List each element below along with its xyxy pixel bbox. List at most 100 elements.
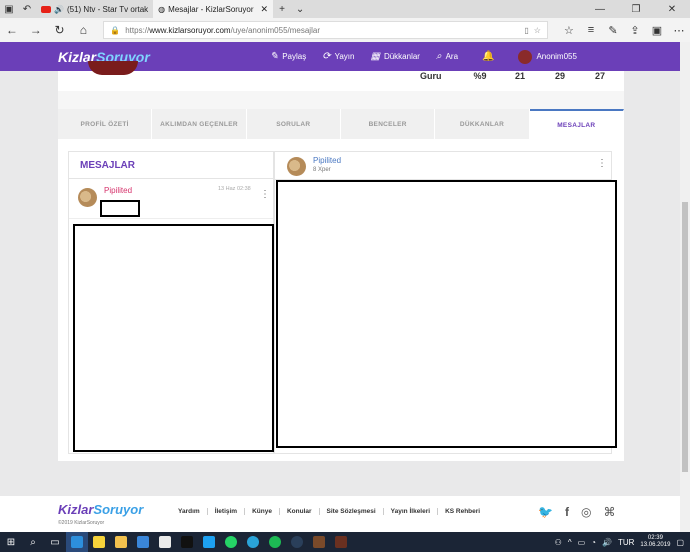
- edge-icon[interactable]: [66, 532, 88, 552]
- menu-yayin[interactable]: ⟳ Yayın: [322, 51, 354, 62]
- list-item[interactable]: Pipilited 13 Haz 02:38 ⋮: [69, 179, 273, 219]
- language-indicator[interactable]: TUR: [618, 538, 634, 547]
- profile-avatar: [88, 61, 138, 75]
- game-app-2-icon[interactable]: [330, 532, 352, 552]
- new-tab-icon[interactable]: +: [273, 0, 291, 18]
- steam-icon[interactable]: [286, 532, 308, 552]
- tab-mesajlar[interactable]: MESAJLAR: [529, 109, 624, 139]
- telegram-icon[interactable]: [242, 532, 264, 552]
- volume-icon[interactable]: 🔊: [602, 538, 612, 547]
- browser-tab-ntv[interactable]: 🔊 (51) Ntv - Star Tv ortak: [36, 0, 153, 18]
- footer-link[interactable]: Yardım: [171, 508, 208, 515]
- clock[interactable]: 02:39 13.06.2019: [640, 535, 670, 549]
- reading-list-icon[interactable]: ≡: [580, 24, 602, 37]
- restore-icon[interactable]: ❐: [618, 4, 654, 15]
- profile-stats: Guru %9 21 29 27: [420, 71, 620, 81]
- share-icon[interactable]: ⇪: [624, 24, 646, 37]
- task-view-icon[interactable]: ▭: [44, 532, 66, 552]
- scrollbar-thumb[interactable]: [682, 202, 688, 472]
- minimize-icon[interactable]: —: [582, 4, 618, 15]
- tab-benceler[interactable]: BENCELER: [341, 109, 436, 139]
- favorites-icon[interactable]: ☆: [558, 24, 580, 37]
- profile-tabs: PROFİL ÖZETİ AKLIMDAN GEÇENLER SORULAR B…: [58, 109, 624, 139]
- redacted-box: [276, 180, 617, 448]
- close-tab-icon[interactable]: ✕: [261, 4, 269, 15]
- footer-link[interactable]: İletişim: [208, 508, 246, 515]
- footer-link[interactable]: KS Rehberi: [438, 508, 487, 515]
- copyright: ©2019 KizlarSoruyor: [58, 520, 105, 526]
- close-window-icon[interactable]: ✕: [654, 4, 690, 15]
- logo-accent: Soruyor: [93, 502, 144, 517]
- home-icon[interactable]: ⌂: [71, 23, 95, 37]
- footer-link[interactable]: Yayın İlkeleri: [384, 508, 439, 515]
- forward-icon[interactable]: →: [24, 23, 48, 37]
- browser-tab-bar: ▣ ↶ 🔊 (51) Ntv - Star Tv ortak ◍ Mesajla…: [0, 0, 690, 18]
- sticky-notes-icon[interactable]: [88, 532, 110, 552]
- stat-value: 27: [594, 71, 605, 81]
- twitter-icon[interactable]: 🐦: [538, 505, 553, 519]
- twitter-app-icon[interactable]: [198, 532, 220, 552]
- facebook-icon[interactable]: f: [565, 505, 569, 519]
- logo-main: Kizlar: [58, 502, 94, 517]
- file-explorer-icon[interactable]: [110, 532, 132, 552]
- user-menu[interactable]: Anonim055: [518, 49, 577, 64]
- tab-actions-icon[interactable]: ▣: [0, 0, 18, 18]
- mail-icon[interactable]: [154, 532, 176, 552]
- tiktok-icon[interactable]: [176, 532, 198, 552]
- youtube-icon: [41, 5, 51, 13]
- tab-label: (51) Ntv - Star Tv ortak: [66, 4, 149, 14]
- footer-link[interactable]: Künye: [245, 508, 280, 515]
- refresh-icon[interactable]: ↻: [48, 23, 72, 37]
- footer-link[interactable]: Site Sözleşmesi: [320, 508, 384, 515]
- browser-tab-mesajlar[interactable]: ◍ Mesajlar - KizlarSoruyor ✕: [153, 0, 274, 18]
- reading-view-icon[interactable]: ▯: [524, 26, 528, 35]
- rss-icon[interactable]: ⌘: [603, 505, 615, 519]
- back-tabs-icon[interactable]: ↶: [18, 0, 36, 18]
- more-icon[interactable]: ⋯: [668, 24, 690, 37]
- footer-logo[interactable]: KizlarSoruyor: [58, 502, 143, 517]
- stat-level: Guru: [420, 71, 442, 81]
- footer-link[interactable]: Konular: [280, 508, 320, 515]
- people-icon[interactable]: ⚇: [555, 538, 562, 547]
- menu-dukkanlar[interactable]: ▦ Dükkanlar: [370, 51, 419, 62]
- conversation-list: MESAJLAR Pipilited 13 Haz 02:38 ⋮: [68, 151, 274, 454]
- favorite-star-icon[interactable]: ☆: [534, 26, 541, 35]
- tab-sorular[interactable]: SORULAR: [247, 109, 341, 139]
- more-options-icon[interactable]: ⋮: [597, 158, 607, 169]
- windows-taskbar: ⊞ ⌕ ▭ ⚇ ^ ▭ ◔ 🔊 TUR 02:39 13.06.2019 ▢: [0, 532, 690, 552]
- onenote-icon[interactable]: ▣: [646, 24, 668, 37]
- tab-list-chevron-icon[interactable]: ⌄: [291, 0, 309, 18]
- battery-icon[interactable]: ▭: [578, 538, 586, 547]
- tab-profil-ozeti[interactable]: PROFİL ÖZETİ: [58, 109, 153, 139]
- refresh-icon: ⟳: [322, 51, 331, 62]
- back-icon[interactable]: ←: [0, 23, 24, 37]
- network-icon[interactable]: ◔: [591, 538, 596, 547]
- site-footer: KizlarSoruyor ©2019 KizlarSoruyor Yardım…: [0, 496, 680, 532]
- store-icon[interactable]: [132, 532, 154, 552]
- notifications-bell-icon[interactable]: 🔔: [482, 51, 494, 62]
- start-icon[interactable]: ⊞: [0, 532, 22, 552]
- stat-value: %9: [473, 71, 487, 81]
- menu-ara[interactable]: ⌕ Ara: [436, 51, 458, 62]
- search-icon[interactable]: ⌕: [22, 532, 44, 552]
- whatsapp-icon[interactable]: [220, 532, 242, 552]
- spotify-icon[interactable]: [264, 532, 286, 552]
- url-prefix: https://: [125, 25, 150, 35]
- tab-aklimdan-gecenler[interactable]: AKLIMDAN GEÇENLER: [152, 109, 247, 139]
- tray-chevron-icon[interactable]: ^: [568, 538, 572, 547]
- pen-icon[interactable]: ✎: [602, 24, 624, 37]
- menu-label: Ara: [445, 52, 459, 61]
- instagram-icon[interactable]: ◎: [581, 505, 591, 519]
- tab-dukkanlar[interactable]: DÜKKANLAR: [435, 109, 530, 139]
- game-app-icon[interactable]: [308, 532, 330, 552]
- menu-paylas[interactable]: ✎ Paylaş: [270, 51, 306, 62]
- footer-links: Yardım İletişim Künye Konular Site Sözle…: [171, 508, 487, 515]
- stat-value: 21: [514, 71, 525, 81]
- url-field[interactable]: 🔒 https://www.kizlarsoruyor.com/uye/anon…: [103, 21, 548, 39]
- page-scrollbar[interactable]: [680, 42, 690, 532]
- username: Anonim055: [536, 52, 577, 61]
- clock-date: 13.06.2019: [640, 542, 671, 548]
- more-options-icon[interactable]: ⋮: [260, 189, 270, 200]
- notifications-icon[interactable]: ▢: [676, 538, 684, 547]
- chat-partner-name[interactable]: Pipilited: [313, 156, 341, 165]
